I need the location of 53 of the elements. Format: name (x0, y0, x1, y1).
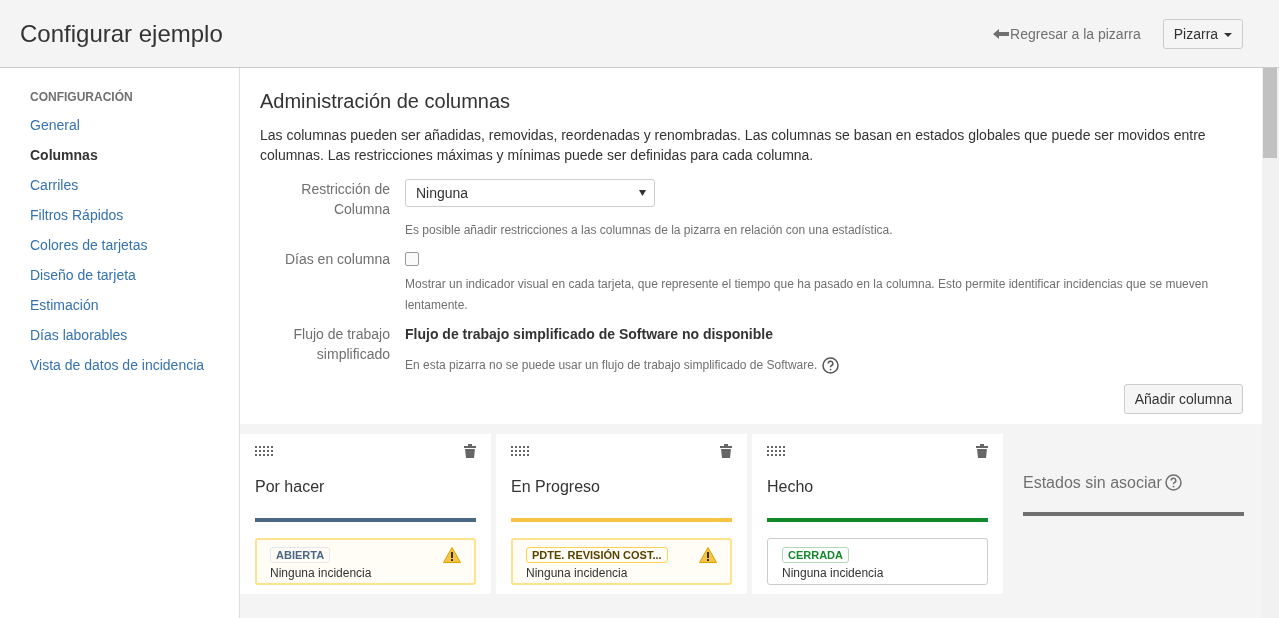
help-icon[interactable] (1164, 474, 1182, 491)
column-name[interactable]: Por hacer (255, 478, 476, 496)
page-title: Configurar ejemplo (20, 19, 223, 48)
section-description: Las columnas pueden ser añadidas, removidas, reordenadas y renombradas. Las columnas se basan en estados globales que puede ser movidos entre columnas. Las restricciones máximas y mínimas puede ser definidas para cada columna. (260, 126, 1207, 165)
warning-icon (699, 547, 717, 563)
constraint-select[interactable]: Ninguna (405, 179, 655, 207)
issue-count: Ninguna incidencia (526, 566, 629, 580)
issue-count: Ninguna incidencia (782, 566, 885, 580)
sidebar-item[interactable]: Estimación (30, 290, 239, 320)
help-text: En esta pizarra no se puede usar un flujo de trabajo simplificado de Software. (405, 357, 818, 374)
trash-icon[interactable] (976, 444, 988, 458)
sidebar-item[interactable]: Colores de tarjetas (30, 230, 239, 260)
issue-count: Ninguna incidencia (270, 566, 373, 580)
status-card[interactable]: ABIERTA Ninguna incidencia (255, 538, 476, 585)
status-lozenge: ABIERTA (270, 547, 331, 563)
sidebar-item[interactable]: Carriles (30, 170, 239, 200)
sidebar-heading: CONFIGURACIÓN (30, 90, 134, 106)
days-checkbox[interactable] (405, 252, 419, 266)
section-title: Administración de columnas (260, 90, 512, 113)
scrollbar[interactable] (1262, 68, 1279, 618)
sidebar-item[interactable]: Vista de datos de incidencia (30, 350, 239, 380)
add-column-button[interactable]: Añadir columna (1123, 384, 1243, 414)
status-lozenge: CERRADA (782, 547, 849, 563)
drag-handle-icon[interactable] (767, 445, 787, 457)
scrollbar-thumb[interactable] (1263, 68, 1277, 158)
sidebar-item[interactable]: Filtros Rápidos (30, 200, 239, 230)
back-link[interactable]: Regresar a la pizarra (993, 25, 1141, 42)
sidebar-item[interactable]: Diseño de tarjeta (30, 260, 239, 290)
trash-icon[interactable] (720, 444, 732, 458)
column-name[interactable]: En Progreso (511, 478, 732, 496)
caret-icon (639, 190, 646, 196)
workflow-status: Flujo de trabajo simplificado de Software no disponible (405, 325, 774, 344)
help-icon[interactable] (822, 357, 840, 374)
drag-handle-icon[interactable] (255, 445, 275, 457)
warning-icon (443, 547, 461, 563)
sidebar-item[interactable]: Columnas (30, 140, 239, 170)
sidebar-item[interactable]: General (30, 110, 239, 140)
field-label: Días en columna (283, 250, 391, 269)
column-name[interactable]: Hecho (767, 478, 988, 496)
trash-icon[interactable] (464, 444, 476, 458)
help-text: Mostrar un indicador visual en cada tarjeta, que represente el tiempo que ha pasado en la columna. Esto permite identificar incidencias que se mueven lentamente. (405, 276, 1210, 314)
left-arrow-icon (993, 28, 1010, 39)
drag-handle-icon[interactable] (511, 445, 531, 457)
sidebar-item[interactable]: Días laborables (30, 320, 239, 350)
board-menu-button[interactable]: Pizarra (1162, 18, 1243, 49)
caret-icon (1224, 32, 1232, 37)
status-lozenge: PDTE. REVISIÓN COST... (526, 547, 668, 563)
unmapped-title: Estados sin asociar (1023, 474, 1162, 492)
status-card[interactable]: CERRADA Ninguna incidencia (767, 538, 988, 585)
field-label: Restricción de Columna (300, 180, 391, 219)
help-text: Es posible añadir restricciones a las columnas de la pizarra en relación con una estadística. (405, 222, 894, 239)
field-label: Flujo de trabajo simplificado (292, 325, 391, 364)
status-card[interactable]: PDTE. REVISIÓN COST... Ninguna incidencia (511, 538, 732, 585)
